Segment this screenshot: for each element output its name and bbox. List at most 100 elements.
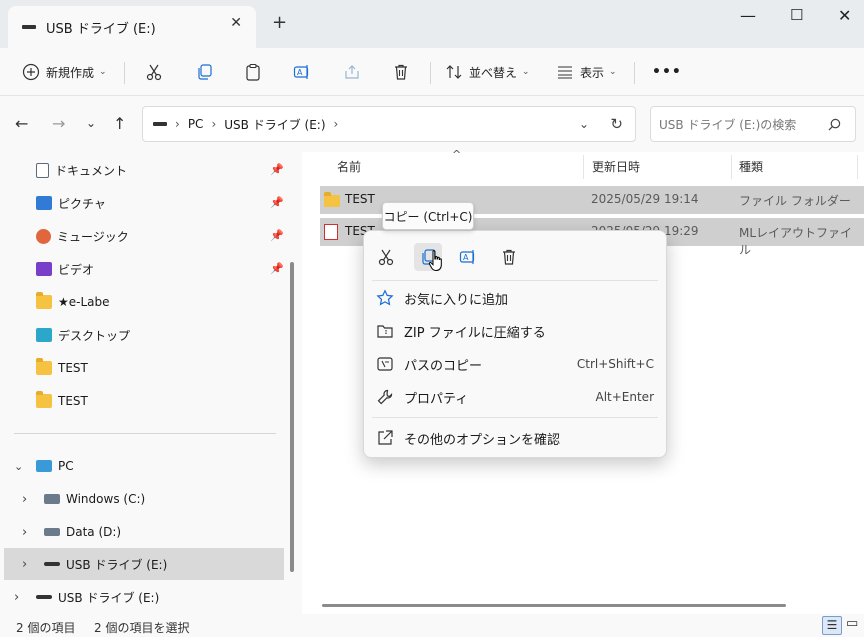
menu-item-more-options[interactable]: その他のオプションを確認: [372, 423, 660, 453]
chevron-right-icon[interactable]: ›: [14, 590, 26, 605]
desktop-icon: [36, 328, 52, 342]
copy-button[interactable]: [195, 60, 213, 84]
sidebar-item-label: Data (D:): [66, 525, 122, 539]
drive-icon: [44, 494, 60, 504]
folder-icon: [36, 292, 52, 309]
breadcrumb-pc[interactable]: PC: [188, 117, 204, 131]
sort-label: 並べ替え: [469, 65, 518, 80]
paste-button[interactable]: [244, 60, 262, 84]
star-icon: [376, 289, 394, 306]
sidebar-item-test[interactable]: TEST: [36, 387, 88, 415]
cut-button[interactable]: [372, 243, 400, 271]
sidebar-item-pictures[interactable]: ピクチャ: [36, 189, 106, 217]
divider: [124, 62, 125, 84]
address-bar[interactable]: › PC › USB ドライブ (E:) › ⌄ ↻: [142, 106, 636, 142]
menu-item-properties[interactable]: プロパティ Alt+Enter: [372, 382, 660, 412]
view-button[interactable]: 表示 ⌄: [556, 60, 617, 84]
column-divider[interactable]: [731, 155, 732, 179]
video-icon: [36, 262, 52, 276]
sidebar-item-label: TEST: [58, 394, 88, 408]
tiles-view-icon[interactable]: ▭: [846, 616, 858, 631]
menu-item-compress-zip[interactable]: ZIP ファイルに圧縮する: [372, 316, 660, 346]
details-view-icon[interactable]: ☰: [822, 616, 842, 635]
folder-icon: [324, 192, 340, 207]
up-arrow-icon[interactable]: ↑: [113, 114, 126, 133]
sidebar-item-label: ★e-Labe: [58, 295, 110, 309]
sidebar-item-videos[interactable]: ビデオ: [36, 255, 94, 283]
forward-arrow-icon[interactable]: →: [52, 114, 65, 133]
pin-icon[interactable]: 📌: [270, 163, 284, 176]
divider: [372, 417, 658, 418]
sidebar-item-data-d[interactable]: › Data (D:): [22, 518, 121, 546]
column-divider[interactable]: [857, 155, 858, 179]
close-tab-icon[interactable]: ✕: [230, 15, 242, 31]
breadcrumb-separator-icon: ›: [333, 117, 339, 131]
share-button[interactable]: [343, 60, 361, 84]
new-tab-button[interactable]: +: [272, 12, 287, 33]
column-divider[interactable]: [583, 155, 584, 179]
column-header-type[interactable]: 種類: [739, 158, 763, 175]
horizontal-scrollbar[interactable]: [322, 604, 786, 607]
chevron-expanded-icon[interactable]: ⌄: [14, 460, 26, 473]
rename-button[interactable]: A: [454, 243, 482, 271]
maximize-button[interactable]: ☐: [790, 6, 803, 24]
selection-count: 2 個の項目を選択: [94, 621, 190, 635]
sidebar-item-pc[interactable]: ⌄ PC: [14, 452, 74, 480]
divider: [634, 62, 635, 84]
drive-icon: [44, 528, 60, 536]
more-options-button[interactable]: •••: [652, 60, 682, 84]
sidebar-item-e-labe[interactable]: ★e-Labe: [36, 288, 110, 316]
breadcrumb-usb-drive[interactable]: USB ドライブ (E:): [224, 116, 325, 133]
delete-button[interactable]: [495, 243, 523, 271]
divider: [430, 62, 431, 84]
divider: [14, 433, 276, 434]
sidebar-item-desktop[interactable]: デスクトップ: [36, 321, 130, 349]
rename-icon: A: [459, 250, 475, 264]
sidebar-item-usb-drive-e-root[interactable]: › USB ドライブ (E:): [14, 583, 159, 611]
cut-button[interactable]: [145, 60, 163, 84]
close-button[interactable]: ✕: [838, 6, 851, 25]
menu-item-shortcut: Ctrl+Shift+C: [576, 357, 654, 371]
sidebar-item-music[interactable]: ミュージック: [36, 222, 129, 250]
pin-icon[interactable]: 📌: [270, 229, 284, 242]
context-menu: A お気に入りに追加 ZIP ファイルに圧縮する パスのコピー Ctrl+Shi…: [363, 230, 667, 458]
menu-item-copy-path[interactable]: パスのコピー Ctrl+Shift+C: [372, 349, 660, 379]
sidebar-item-test[interactable]: TEST: [36, 354, 88, 382]
chevron-down-icon: ⌄: [609, 67, 617, 77]
music-icon: [36, 228, 51, 244]
pin-icon[interactable]: 📌: [270, 196, 284, 209]
menu-item-shortcut: Alt+Enter: [595, 390, 654, 404]
refresh-icon[interactable]: ↻: [610, 115, 623, 133]
chevron-right-icon[interactable]: ›: [22, 557, 34, 572]
sidebar-scrollbar[interactable]: [290, 262, 294, 572]
back-arrow-icon[interactable]: ←: [15, 114, 28, 133]
copy-path-icon: [377, 357, 393, 371]
usb-drive-icon: [22, 25, 36, 29]
column-header-date[interactable]: 更新日時: [592, 158, 640, 175]
ml-layout-file-icon: [324, 224, 338, 240]
plus-circle-icon: [22, 63, 40, 81]
view-label: 表示: [580, 65, 605, 80]
search-icon: [828, 118, 841, 131]
pin-icon[interactable]: 📌: [270, 262, 284, 275]
sidebar-item-windows-c[interactable]: › Windows (C:): [22, 485, 145, 513]
recent-chevron-icon[interactable]: ⌄: [86, 116, 96, 130]
hand-cursor-icon: [428, 250, 442, 271]
chevron-right-icon[interactable]: ›: [22, 525, 34, 540]
menu-item-add-favorites[interactable]: お気に入りに追加: [372, 283, 660, 313]
chevron-right-icon[interactable]: ›: [22, 492, 34, 507]
sidebar-item-usb-drive-e[interactable]: › USB ドライブ (E:): [22, 550, 167, 578]
tab-usb-drive[interactable]: USB ドライブ (E:) ✕: [8, 6, 256, 48]
address-history-chevron-icon[interactable]: ⌄: [579, 117, 589, 131]
delete-button[interactable]: [392, 60, 410, 84]
rename-button[interactable]: A: [293, 60, 311, 84]
sidebar-item-documents[interactable]: ドキュメント: [36, 156, 127, 184]
column-header-name[interactable]: 名前: [337, 158, 361, 175]
search-input[interactable]: USB ドライブ (E:)の検索: [650, 106, 856, 142]
item-count: 2 個の項目: [16, 621, 76, 635]
new-button[interactable]: 新規作成 ⌄: [22, 60, 107, 84]
sidebar-item-label: Windows (C:): [66, 492, 146, 506]
minimize-button[interactable]: —: [740, 6, 756, 25]
sort-button[interactable]: 並べ替え ⌄: [445, 60, 530, 84]
folder-icon: [36, 358, 52, 375]
